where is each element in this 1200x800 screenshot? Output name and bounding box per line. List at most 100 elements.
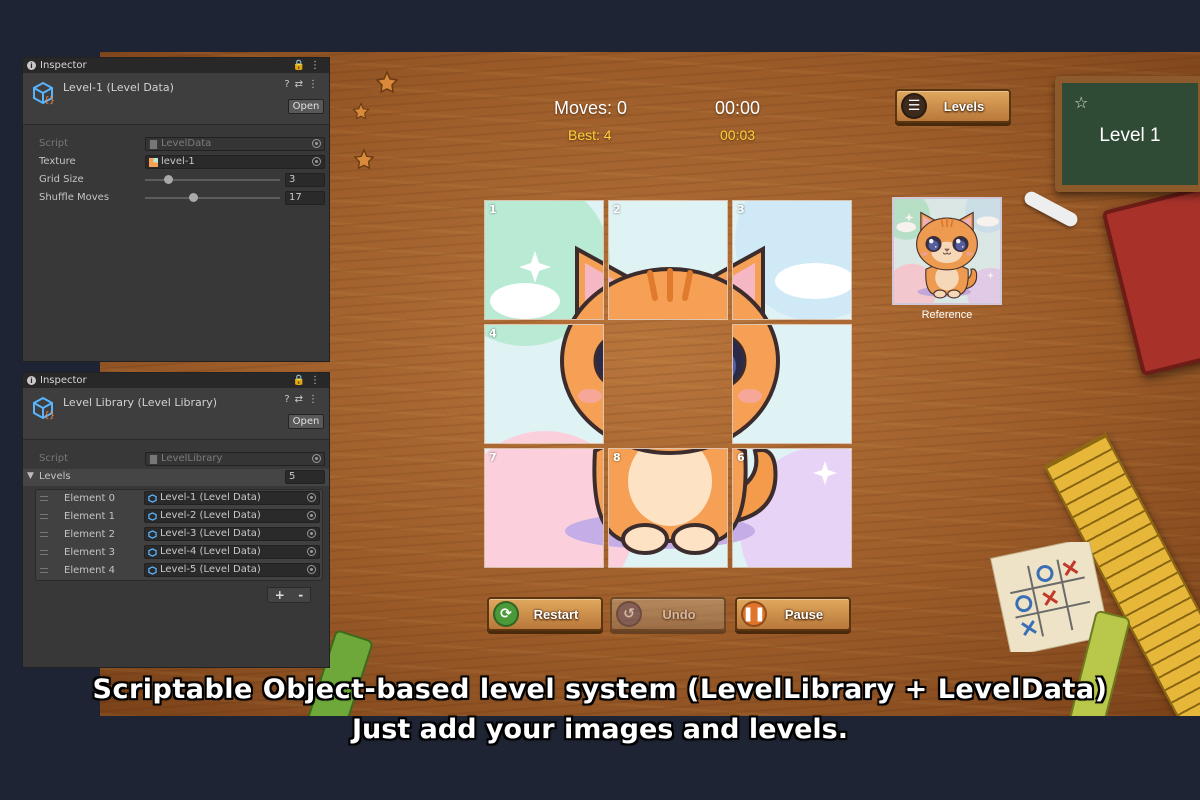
scriptable-object-icon — [148, 565, 157, 575]
star-decoration-icon — [375, 70, 399, 94]
element-label: Element 4 — [64, 565, 115, 576]
tile-image-slice — [485, 324, 604, 444]
texture-field[interactable]: level-1 — [145, 155, 325, 169]
star-icon: ☆ — [1074, 93, 1089, 112]
header-icons[interactable]: ?⇄⋮ — [284, 79, 323, 90]
tile-number: 6 — [737, 451, 745, 464]
list-item: Element 0 Level-1 (Level Data) — [36, 490, 322, 508]
object-picker-icon[interactable] — [312, 157, 321, 166]
open-button[interactable]: Open — [288, 414, 324, 429]
script-label: Script — [39, 138, 69, 149]
drag-handle-icon[interactable] — [40, 568, 48, 573]
inspector-tab[interactable]: i Inspector — [27, 60, 87, 71]
asset-title: Level Library (Level Library) — [63, 396, 218, 409]
asset-title: Level-1 (Level Data) — [63, 81, 174, 94]
puzzle-tile[interactable]: 4 — [484, 324, 604, 444]
drag-handle-icon[interactable] — [40, 514, 48, 519]
tile-image-slice — [732, 201, 852, 320]
undo-button-label: Undo — [662, 606, 696, 622]
star-decoration-icon — [353, 148, 375, 170]
shuffle-moves-slider[interactable] — [145, 193, 280, 202]
drag-handle-icon[interactable] — [40, 550, 48, 555]
puzzle-tile[interactable]: 8 — [608, 448, 728, 568]
object-picker-icon[interactable] — [307, 565, 316, 574]
tile-image-slice — [485, 201, 604, 320]
svg-text:{}: {} — [44, 411, 55, 420]
script-row: Script LevelData — [23, 136, 329, 153]
drag-handle-icon[interactable] — [40, 496, 48, 501]
inspector-level-library: i Inspector 🔒⋮ {} Level Library (Level L… — [22, 372, 330, 668]
object-picker-icon — [312, 454, 321, 463]
levels-button[interactable]: ☰ Levels — [895, 89, 1011, 123]
header-icons[interactable]: ?⇄⋮ — [284, 394, 323, 405]
object-picker-icon[interactable] — [307, 493, 316, 502]
grid-size-slider-knob[interactable] — [163, 175, 173, 184]
element-value: Level-2 (Level Data) — [160, 510, 261, 521]
grid-size-field[interactable]: 3 — [285, 173, 325, 187]
grid-size-slider[interactable] — [145, 175, 280, 184]
levels-count-field[interactable]: 5 — [285, 470, 325, 484]
puzzle-grid: 1 2 3 4 7 8 6 — [484, 200, 854, 570]
object-picker-icon[interactable] — [307, 529, 316, 538]
list-add-remove: + - — [267, 587, 311, 603]
shuffle-moves-slider-knob[interactable] — [189, 193, 199, 202]
restart-button[interactable]: ⟳ Restart — [487, 597, 603, 631]
foldout-arrow-icon[interactable]: ▼ — [27, 471, 34, 481]
element-object-field[interactable]: Level-2 (Level Data) — [144, 509, 320, 523]
puzzle-tile[interactable]: 2 — [608, 200, 728, 320]
tile-number: 4 — [489, 327, 497, 340]
drag-handle-icon[interactable] — [40, 532, 48, 537]
tile-number: 1 — [489, 203, 497, 216]
texture-thumbnail-icon — [149, 157, 158, 167]
reference-label: Reference — [921, 309, 973, 321]
open-button[interactable]: Open — [288, 99, 324, 114]
element-object-field[interactable]: Level-3 (Level Data) — [144, 527, 320, 541]
list-item: Element 4 Level-5 (Level Data) — [36, 562, 322, 580]
inspector-tab-bar: i Inspector 🔒⋮ — [23, 373, 329, 388]
book-decoration — [1101, 177, 1200, 377]
best-time: 00:03 — [720, 127, 756, 143]
timer: 00:00 — [715, 98, 761, 118]
lock-menu-icons[interactable]: 🔒⋮ — [293, 375, 325, 386]
caption-line-2: Just add your images and levels. — [352, 714, 848, 745]
element-object-field[interactable]: Level-1 (Level Data) — [144, 491, 320, 505]
tile-image-slice — [732, 324, 852, 444]
info-icon: i — [27, 376, 36, 385]
script-field: LevelLibrary — [145, 452, 325, 466]
level-title: Level 1 — [1099, 125, 1161, 146]
object-picker-icon[interactable] — [307, 547, 316, 556]
script-row: Script LevelLibrary — [23, 451, 329, 468]
element-value: Level-4 (Level Data) — [160, 546, 261, 557]
puzzle-tile[interactable]: 7 — [484, 448, 604, 568]
add-element-button[interactable]: + — [275, 588, 285, 602]
script-file-icon — [149, 454, 158, 464]
element-object-field[interactable]: Level-4 (Level Data) — [144, 545, 320, 559]
puzzle-tile[interactable]: 6 — [732, 448, 852, 568]
object-picker-icon[interactable] — [307, 511, 316, 520]
pause-button[interactable]: ❚❚ Pause — [735, 597, 851, 631]
levels-label: Levels — [39, 471, 71, 482]
script-value: LevelLibrary — [161, 453, 223, 464]
texture-row: Texture level-1 — [23, 154, 329, 171]
shuffle-moves-field[interactable]: 17 — [285, 191, 325, 205]
tile-image-slice — [485, 448, 604, 568]
inspector-tab[interactable]: i Inspector — [27, 375, 87, 386]
scriptable-object-icon: {} — [33, 81, 55, 105]
texture-label: Texture — [39, 156, 76, 167]
puzzle-tile[interactable] — [732, 324, 852, 444]
undo-button[interactable]: ↺ Undo — [610, 597, 726, 631]
remove-element-button[interactable]: - — [298, 588, 303, 602]
element-object-field[interactable]: Level-5 (Level Data) — [144, 563, 320, 577]
tile-image-slice — [608, 201, 728, 320]
lock-menu-icons[interactable]: 🔒⋮ — [293, 60, 325, 71]
refresh-icon: ⟳ — [493, 601, 519, 627]
element-label: Element 1 — [64, 511, 115, 522]
inspector-tab-label: Inspector — [40, 375, 87, 386]
shuffle-moves-label: Shuffle Moves — [39, 192, 110, 203]
puzzle-tile[interactable]: 1 — [484, 200, 604, 320]
levels-foldout-row[interactable]: ▼ Levels 5 — [23, 469, 329, 486]
puzzle-tile[interactable]: 3 — [732, 200, 852, 320]
script-file-icon — [149, 139, 158, 149]
moves-counter: Moves: 0 — [554, 98, 628, 118]
scriptable-object-icon — [148, 493, 157, 503]
